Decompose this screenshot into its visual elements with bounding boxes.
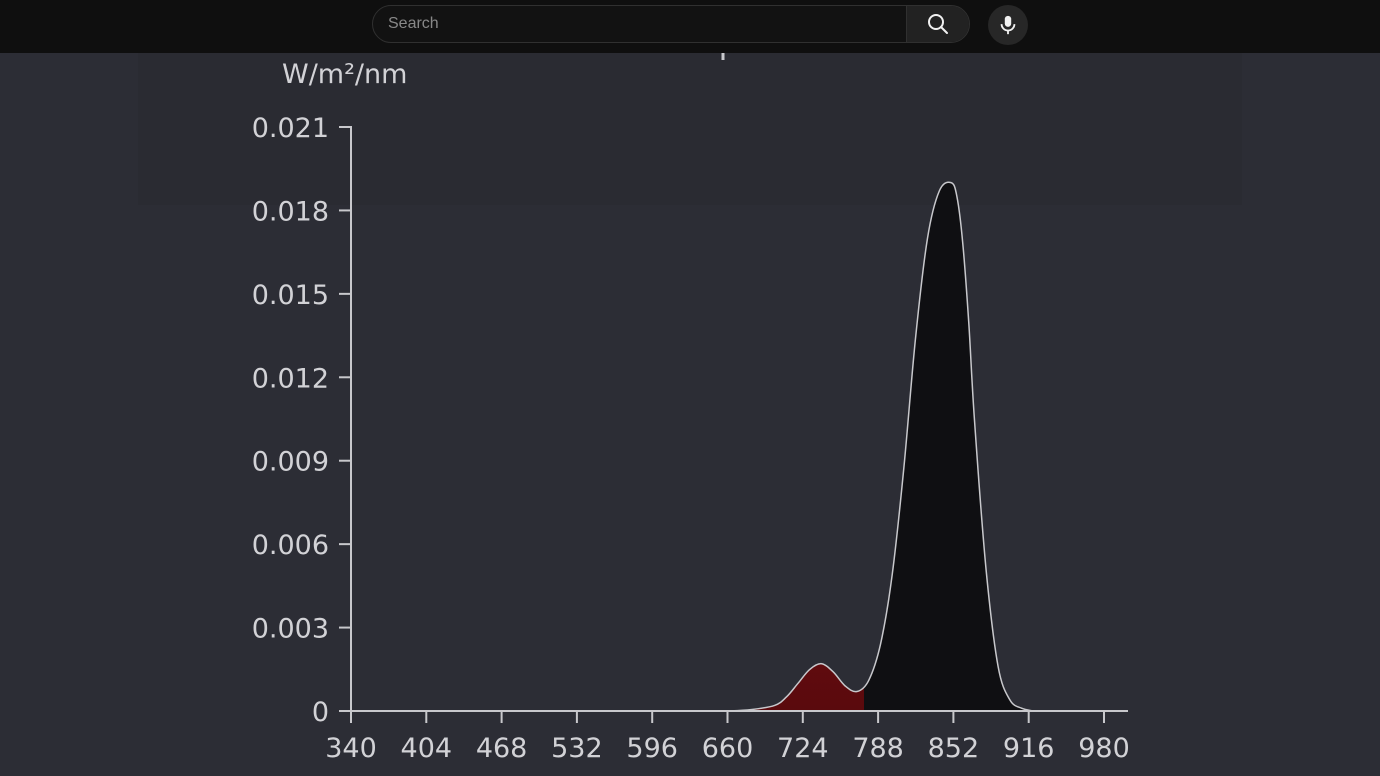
x-tick-label: 404 — [401, 733, 453, 764]
y-tick-label: 0.012 — [252, 363, 329, 394]
top-bar — [0, 0, 1380, 53]
search-icon — [928, 14, 948, 34]
search-button[interactable] — [906, 6, 969, 42]
y-axis-unit-label: W/m²/nm — [282, 59, 407, 90]
y-tick-label: 0.021 — [252, 113, 329, 144]
y-tick-label: 0.006 — [252, 530, 329, 561]
spectrum-chart: W/m²/nm 0 0.003 0.006 0.009 0.012 0.015 0.018 0… — [252, 53, 1130, 764]
x-tick-label: 788 — [852, 733, 904, 764]
y-tick-label: 0.003 — [252, 614, 329, 645]
x-tick-label: 596 — [626, 733, 678, 764]
y-tick-label: 0.015 — [252, 280, 329, 311]
x-tick-label: 724 — [777, 733, 829, 764]
x-tick-label: 532 — [551, 733, 603, 764]
x-tick-label: 852 — [928, 733, 980, 764]
microphone-icon — [1000, 15, 1016, 35]
y-tick-label: 0 — [312, 697, 329, 728]
x-tick-label: 916 — [1003, 733, 1055, 764]
search-input[interactable] — [373, 6, 909, 42]
voice-search-button[interactable] — [988, 5, 1028, 45]
x-tick-label: 468 — [476, 733, 528, 764]
spectrum-area-dark — [863, 182, 1034, 711]
y-tick-label: 0.009 — [252, 447, 329, 478]
search-box — [372, 5, 970, 43]
x-tick-label: 340 — [325, 733, 377, 764]
x-tick-label: 660 — [702, 733, 754, 764]
x-tick-label: 980 — [1078, 733, 1130, 764]
y-tick-label: 0.018 — [252, 196, 329, 227]
